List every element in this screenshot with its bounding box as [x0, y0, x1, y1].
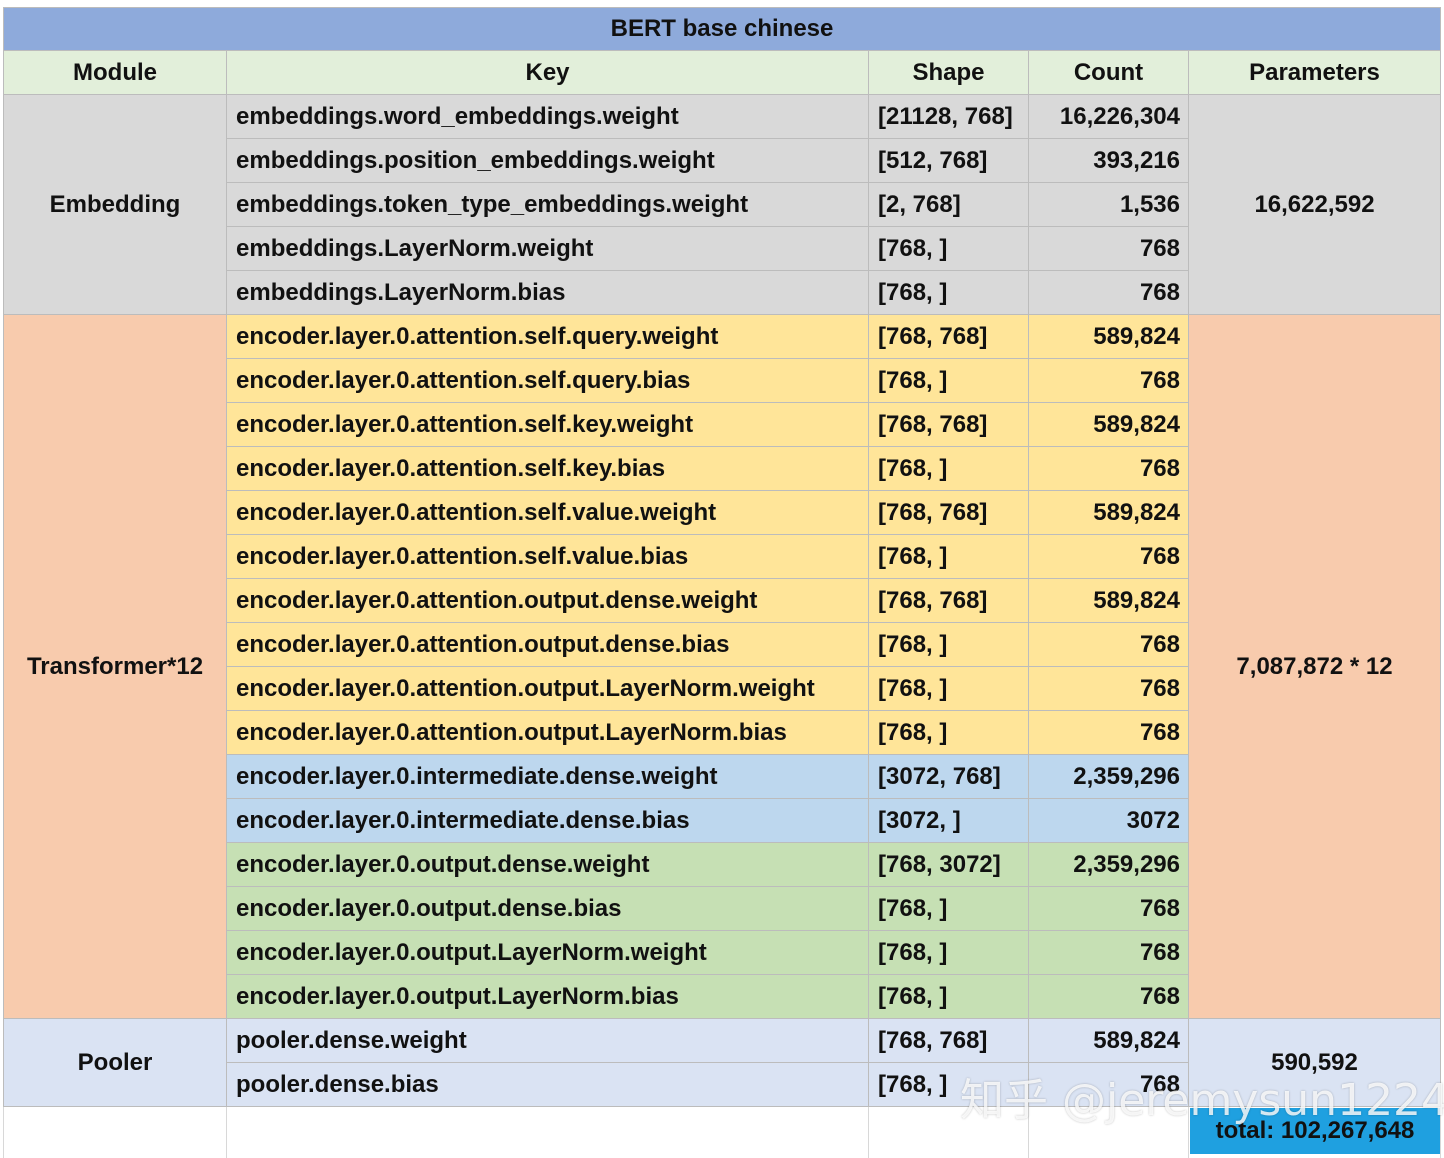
shape-cell: [768, ] — [869, 271, 1029, 315]
count-cell: 589,824 — [1029, 403, 1189, 447]
key-cell: encoder.layer.0.output.dense.bias — [227, 887, 869, 931]
count-cell: 16,226,304 — [1029, 95, 1189, 139]
empty-grid-cell — [869, 1107, 1029, 1158]
count-cell: 768 — [1029, 887, 1189, 931]
shape-cell: [768, 3072] — [869, 843, 1029, 887]
key-cell: encoder.layer.0.attention.output.LayerNo… — [227, 667, 869, 711]
key-cell: encoder.layer.0.attention.self.key.weigh… — [227, 403, 869, 447]
key-cell: encoder.layer.0.attention.output.dense.w… — [227, 579, 869, 623]
shape-cell: [768, ] — [869, 887, 1029, 931]
count-cell: 768 — [1029, 1063, 1189, 1107]
shape-cell: [768, ] — [869, 623, 1029, 667]
parameters-cell: 590,592 — [1189, 1019, 1441, 1107]
shape-cell: [768, ] — [869, 975, 1029, 1019]
count-cell: 768 — [1029, 667, 1189, 711]
key-cell: encoder.layer.0.intermediate.dense.bias — [227, 799, 869, 843]
key-cell: encoder.layer.0.output.dense.weight — [227, 843, 869, 887]
key-cell: encoder.layer.0.attention.self.key.bias — [227, 447, 869, 491]
key-cell: embeddings.position_embeddings.weight — [227, 139, 869, 183]
count-cell: 589,824 — [1029, 579, 1189, 623]
empty-grid-cell — [227, 1107, 869, 1158]
parameter-table: BERT base chinese Module Key Shape Count… — [0, 0, 1444, 1158]
shape-cell: [768, ] — [869, 227, 1029, 271]
count-cell: 768 — [1029, 975, 1189, 1019]
shape-cell: [768, ] — [869, 447, 1029, 491]
count-cell: 768 — [1029, 359, 1189, 403]
module-cell: Embedding — [3, 95, 227, 315]
key-cell: embeddings.LayerNorm.weight — [227, 227, 869, 271]
key-cell: encoder.layer.0.output.LayerNorm.weight — [227, 931, 869, 975]
key-cell: embeddings.token_type_embeddings.weight — [227, 183, 869, 227]
table-title: BERT base chinese — [3, 7, 1441, 51]
shape-cell: [3072, 768] — [869, 755, 1029, 799]
key-cell: encoder.layer.0.attention.self.value.bia… — [227, 535, 869, 579]
shape-cell: [768, 768] — [869, 579, 1029, 623]
count-cell: 1,536 — [1029, 183, 1189, 227]
count-cell: 768 — [1029, 931, 1189, 975]
key-cell: encoder.layer.0.attention.self.value.wei… — [227, 491, 869, 535]
key-cell: encoder.layer.0.output.LayerNorm.bias — [227, 975, 869, 1019]
key-cell: encoder.layer.0.attention.self.query.bia… — [227, 359, 869, 403]
module-cell: Pooler — [3, 1019, 227, 1107]
header-parameters: Parameters — [1189, 51, 1441, 95]
shape-cell: [768, ] — [869, 535, 1029, 579]
count-cell: 589,824 — [1029, 315, 1189, 359]
empty-grid-cell — [1029, 1107, 1189, 1158]
key-cell: encoder.layer.0.attention.self.query.wei… — [227, 315, 869, 359]
shape-cell: [768, 768] — [869, 1019, 1029, 1063]
key-cell: pooler.dense.bias — [227, 1063, 869, 1107]
header-module: Module — [3, 51, 227, 95]
count-cell: 589,824 — [1029, 1019, 1189, 1063]
count-cell: 768 — [1029, 711, 1189, 755]
header-key: Key — [227, 51, 869, 95]
shape-cell: [768, ] — [869, 667, 1029, 711]
count-cell: 2,359,296 — [1029, 755, 1189, 799]
count-cell: 393,216 — [1029, 139, 1189, 183]
shape-cell: [768, ] — [869, 1063, 1029, 1107]
key-cell: embeddings.word_embeddings.weight — [227, 95, 869, 139]
shape-cell: [768, 768] — [869, 403, 1029, 447]
count-cell: 589,824 — [1029, 491, 1189, 535]
shape-cell: [3072, ] — [869, 799, 1029, 843]
key-cell: encoder.layer.0.attention.output.LayerNo… — [227, 711, 869, 755]
key-cell: embeddings.LayerNorm.bias — [227, 271, 869, 315]
header-shape: Shape — [869, 51, 1029, 95]
count-cell: 768 — [1029, 447, 1189, 491]
count-cell: 2,359,296 — [1029, 843, 1189, 887]
module-cell: Transformer*12 — [3, 315, 227, 1019]
key-cell: encoder.layer.0.attention.output.dense.b… — [227, 623, 869, 667]
key-cell: pooler.dense.weight — [227, 1019, 869, 1063]
parameters-cell: 16,622,592 — [1189, 95, 1441, 315]
total-badge: total: 102,267,648 — [1190, 1108, 1440, 1154]
shape-cell: [21128, 768] — [869, 95, 1029, 139]
empty-grid-cell — [3, 1107, 227, 1158]
shape-cell: [512, 768] — [869, 139, 1029, 183]
header-count: Count — [1029, 51, 1189, 95]
shape-cell: [768, 768] — [869, 315, 1029, 359]
shape-cell: [768, ] — [869, 931, 1029, 975]
count-cell: 768 — [1029, 271, 1189, 315]
parameters-cell: 7,087,872 * 12 — [1189, 315, 1441, 1019]
shape-cell: [768, 768] — [869, 491, 1029, 535]
key-cell: encoder.layer.0.intermediate.dense.weigh… — [227, 755, 869, 799]
count-cell: 768 — [1029, 535, 1189, 579]
shape-cell: [2, 768] — [869, 183, 1029, 227]
count-cell: 768 — [1029, 623, 1189, 667]
shape-cell: [768, ] — [869, 711, 1029, 755]
count-cell: 3072 — [1029, 799, 1189, 843]
shape-cell: [768, ] — [869, 359, 1029, 403]
count-cell: 768 — [1029, 227, 1189, 271]
